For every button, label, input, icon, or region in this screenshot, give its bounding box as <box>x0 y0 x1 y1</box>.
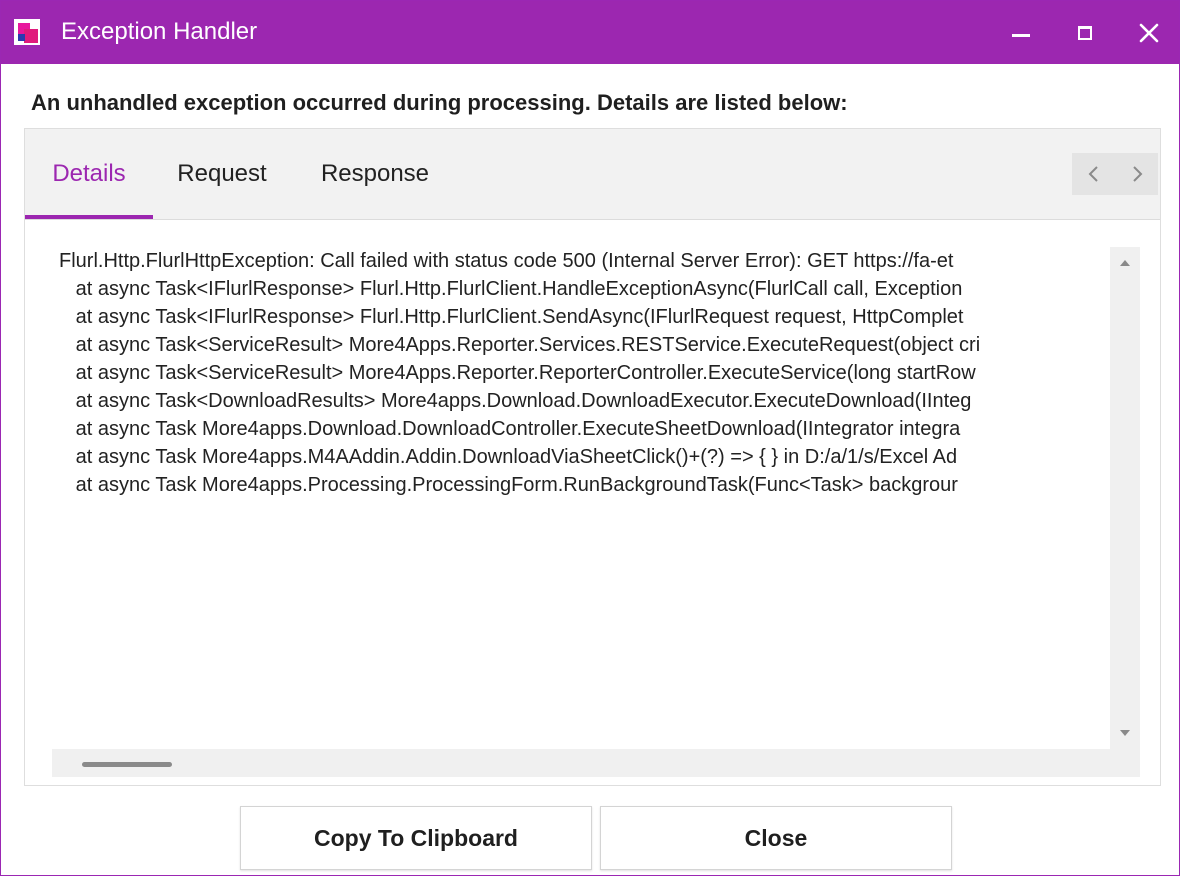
details-line: at async Task More4apps.M4AAddin.Addin.D… <box>59 446 958 468</box>
tab-strip: Details Request Response <box>25 129 1160 220</box>
horizontal-scrollbar[interactable] <box>52 749 1140 777</box>
close-window-button[interactable] <box>1119 1 1179 64</box>
scroll-up-icon[interactable] <box>1118 257 1132 269</box>
chevron-left-icon <box>1088 166 1098 182</box>
chevron-right-icon <box>1132 166 1142 182</box>
details-line: at async Task<IFlurlResponse> Flurl.Http… <box>59 306 964 328</box>
details-panel: Details Request Response Flurl.Http.Flur… <box>24 128 1161 786</box>
details-line: at async Task<ServiceResult> More4Apps.R… <box>59 334 981 356</box>
exception-details-text[interactable]: Flurl.Http.FlurlHttpException: Call fail… <box>52 247 1110 749</box>
close-icon <box>1139 23 1159 42</box>
app-icon <box>14 19 40 45</box>
tab-details[interactable]: Details <box>25 129 153 219</box>
details-line: at async Task<DownloadResults> More4apps… <box>59 390 972 412</box>
vertical-scrollbar[interactable] <box>1110 247 1140 749</box>
tab-request[interactable]: Request <box>162 129 282 219</box>
tab-scroll-left-button[interactable] <box>1072 153 1115 195</box>
details-line: at async Task<ServiceResult> More4Apps.R… <box>59 362 976 384</box>
window-title: Exception Handler <box>61 18 258 45</box>
details-line: at async Task More4apps.Processing.Proce… <box>59 474 958 496</box>
maximize-button[interactable] <box>1055 1 1115 64</box>
tab-scroll-buttons <box>1072 153 1158 195</box>
details-line: at async Task More4apps.Download.Downloa… <box>59 418 961 440</box>
minimize-icon <box>1012 34 1030 37</box>
copy-to-clipboard-button[interactable]: Copy To Clipboard <box>240 806 592 870</box>
horizontal-scroll-thumb[interactable] <box>82 762 172 767</box>
scroll-down-icon[interactable] <box>1118 727 1132 739</box>
details-content: Flurl.Http.FlurlHttpException: Call fail… <box>52 247 1140 777</box>
close-button[interactable]: Close <box>600 806 952 870</box>
tab-response[interactable]: Response <box>301 129 449 219</box>
minimize-button[interactable] <box>991 1 1051 64</box>
exception-handler-window: Exception Handler An unhandled exception… <box>0 0 1180 876</box>
details-line: Flurl.Http.FlurlHttpException: Call fail… <box>59 250 954 272</box>
error-message: An unhandled exception occurred during p… <box>31 90 848 115</box>
tab-scroll-right-button[interactable] <box>1115 153 1158 195</box>
details-line: at async Task<IFlurlResponse> Flurl.Http… <box>59 278 963 300</box>
maximize-icon <box>1078 25 1092 40</box>
title-bar[interactable]: Exception Handler <box>1 1 1179 64</box>
